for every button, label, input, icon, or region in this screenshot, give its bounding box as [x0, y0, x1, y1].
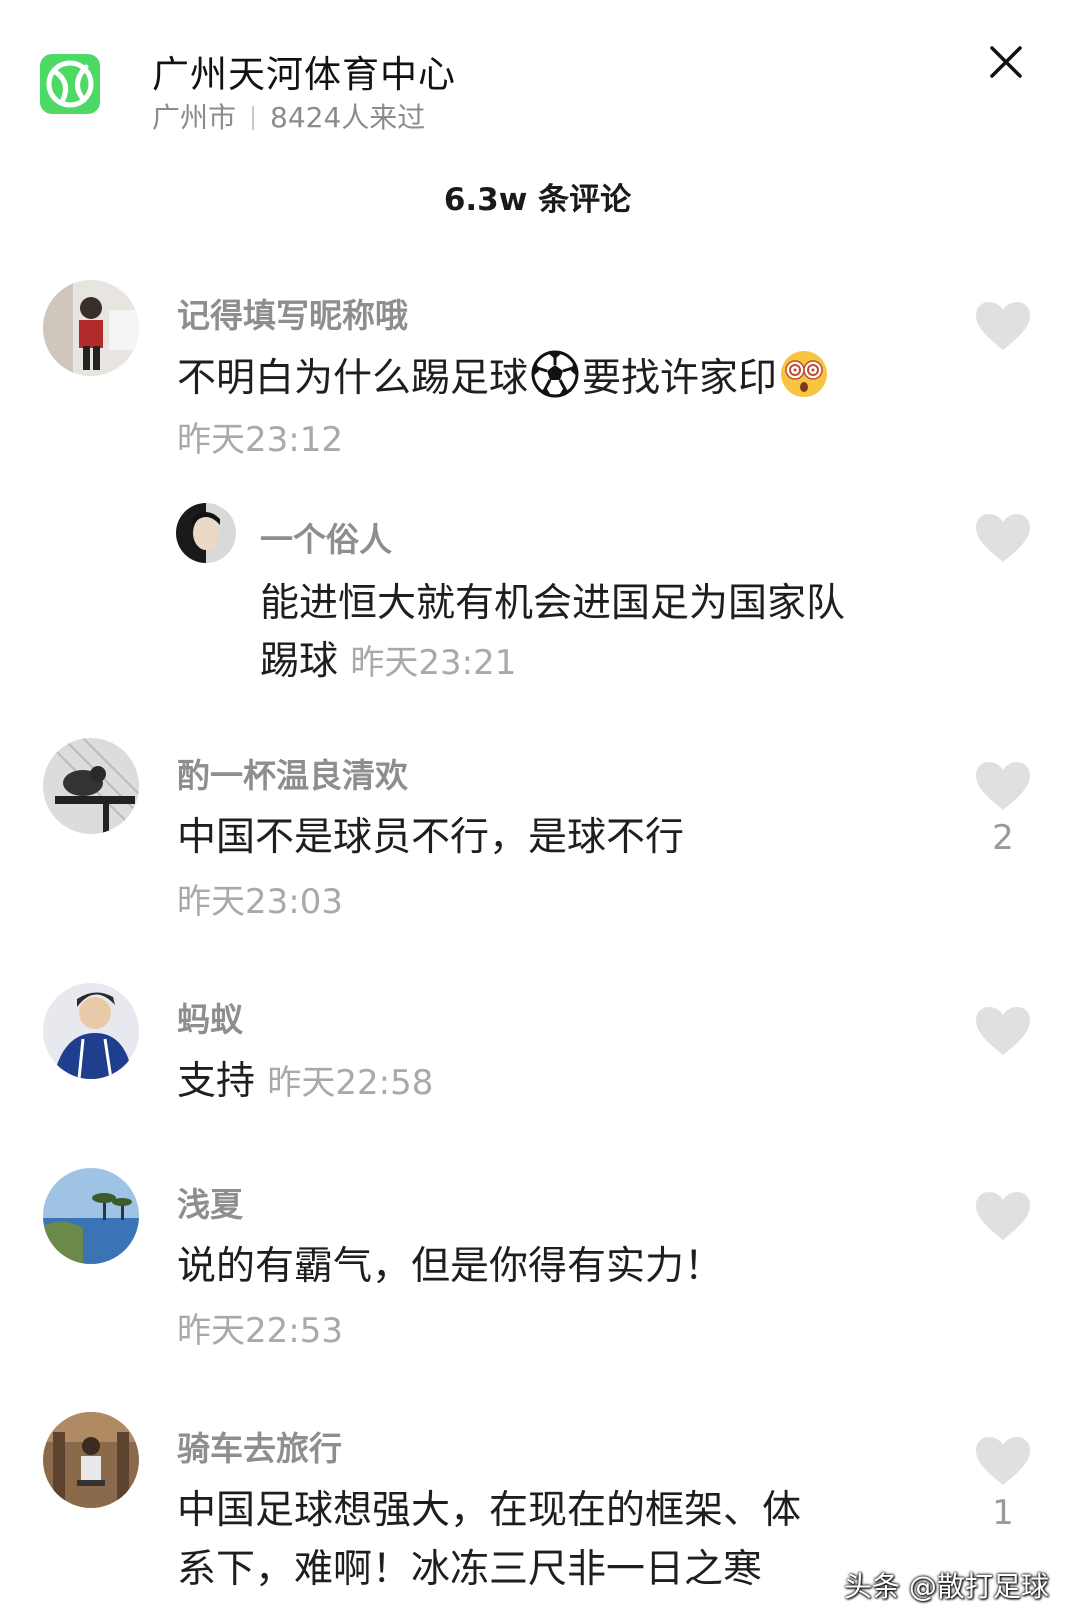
comment-text-line: 系下，难啊！冰冻三尺非一日之寒 — [177, 1547, 763, 1592]
like-heart-icon[interactable] — [974, 1190, 1032, 1242]
avatar[interactable] — [43, 738, 139, 834]
comment-count-title: 6.3w 条评论 — [443, 182, 632, 218]
reply-time: 昨天23:21 — [350, 643, 517, 683]
reply-text: 能进恒大就有机会进国足为国家队 — [260, 581, 846, 626]
reply-text-part: 踢球 — [260, 639, 339, 684]
comment-time: 昨天22:53 — [177, 1311, 343, 1351]
comment-text: 说的有霸气，但是你得有实力！ — [177, 1244, 724, 1289]
avatar[interactable] — [43, 1412, 139, 1508]
comment-text: 不明白为什么踢足球 要找许家印 — [177, 349, 831, 408]
like-count: 2 — [992, 818, 1014, 858]
close-icon[interactable] — [984, 40, 1028, 84]
comment-time: 昨天22:58 — [267, 1063, 434, 1103]
comment-text: 中国足球想强大，在现在的框架、体 — [177, 1488, 802, 1533]
avatar[interactable] — [176, 503, 236, 563]
dizzy-face-emoji — [779, 349, 829, 399]
like-heart-icon[interactable] — [974, 1005, 1032, 1057]
avatar[interactable] — [43, 1168, 139, 1264]
comment-username[interactable]: 浅夏 — [177, 1178, 243, 1226]
like-heart-icon[interactable] — [974, 760, 1032, 812]
comment-text-part: 支持 — [177, 1059, 256, 1104]
like-count: 1 — [992, 1493, 1014, 1533]
reply-text-line: 踢球 昨天23:21 — [260, 633, 516, 692]
comment-username[interactable]: 骑车去旅行 — [177, 1422, 342, 1470]
comment-text-part: 要找许家印 — [582, 356, 778, 401]
avatar[interactable] — [43, 280, 139, 376]
avatar[interactable] — [43, 983, 139, 1079]
reply-username[interactable]: 一个俗人 — [260, 513, 392, 561]
comment-text-part: 不明白为什么踢足球 — [177, 356, 529, 401]
comment-username[interactable]: 酌一杯温良清欢 — [177, 749, 408, 797]
comment-panel: 广州天河体育中心 广州市 8424人来过 6.3w 条评论 记得填写昵称哦 不明白… — [0, 0, 1075, 1615]
watermark: 头条 @散打足球 — [844, 1570, 1049, 1603]
like-heart-icon[interactable] — [974, 1435, 1032, 1487]
comment-username[interactable]: 记得填写昵称哦 — [177, 289, 408, 337]
comment-text: 支持 昨天22:58 — [177, 1053, 433, 1112]
soccer-ball-emoji — [530, 349, 580, 399]
comment-time: 昨天23:03 — [177, 882, 343, 922]
comment-text: 中国不是球员不行，是球不行 — [177, 815, 685, 860]
like-heart-icon[interactable] — [974, 512, 1032, 564]
location-title[interactable]: 广州天河体育中心 — [152, 44, 456, 98]
tennis-ball-icon — [40, 54, 100, 114]
city-label: 广州市 — [152, 101, 237, 134]
location-subtitle: 广州市 8424人来过 — [152, 96, 425, 136]
comment-time: 昨天23:12 — [177, 420, 343, 460]
like-heart-icon[interactable] — [974, 300, 1032, 352]
divider — [252, 106, 255, 130]
comment-username[interactable]: 蚂蚁 — [177, 993, 243, 1041]
visitor-count: 8424人来过 — [270, 101, 426, 134]
